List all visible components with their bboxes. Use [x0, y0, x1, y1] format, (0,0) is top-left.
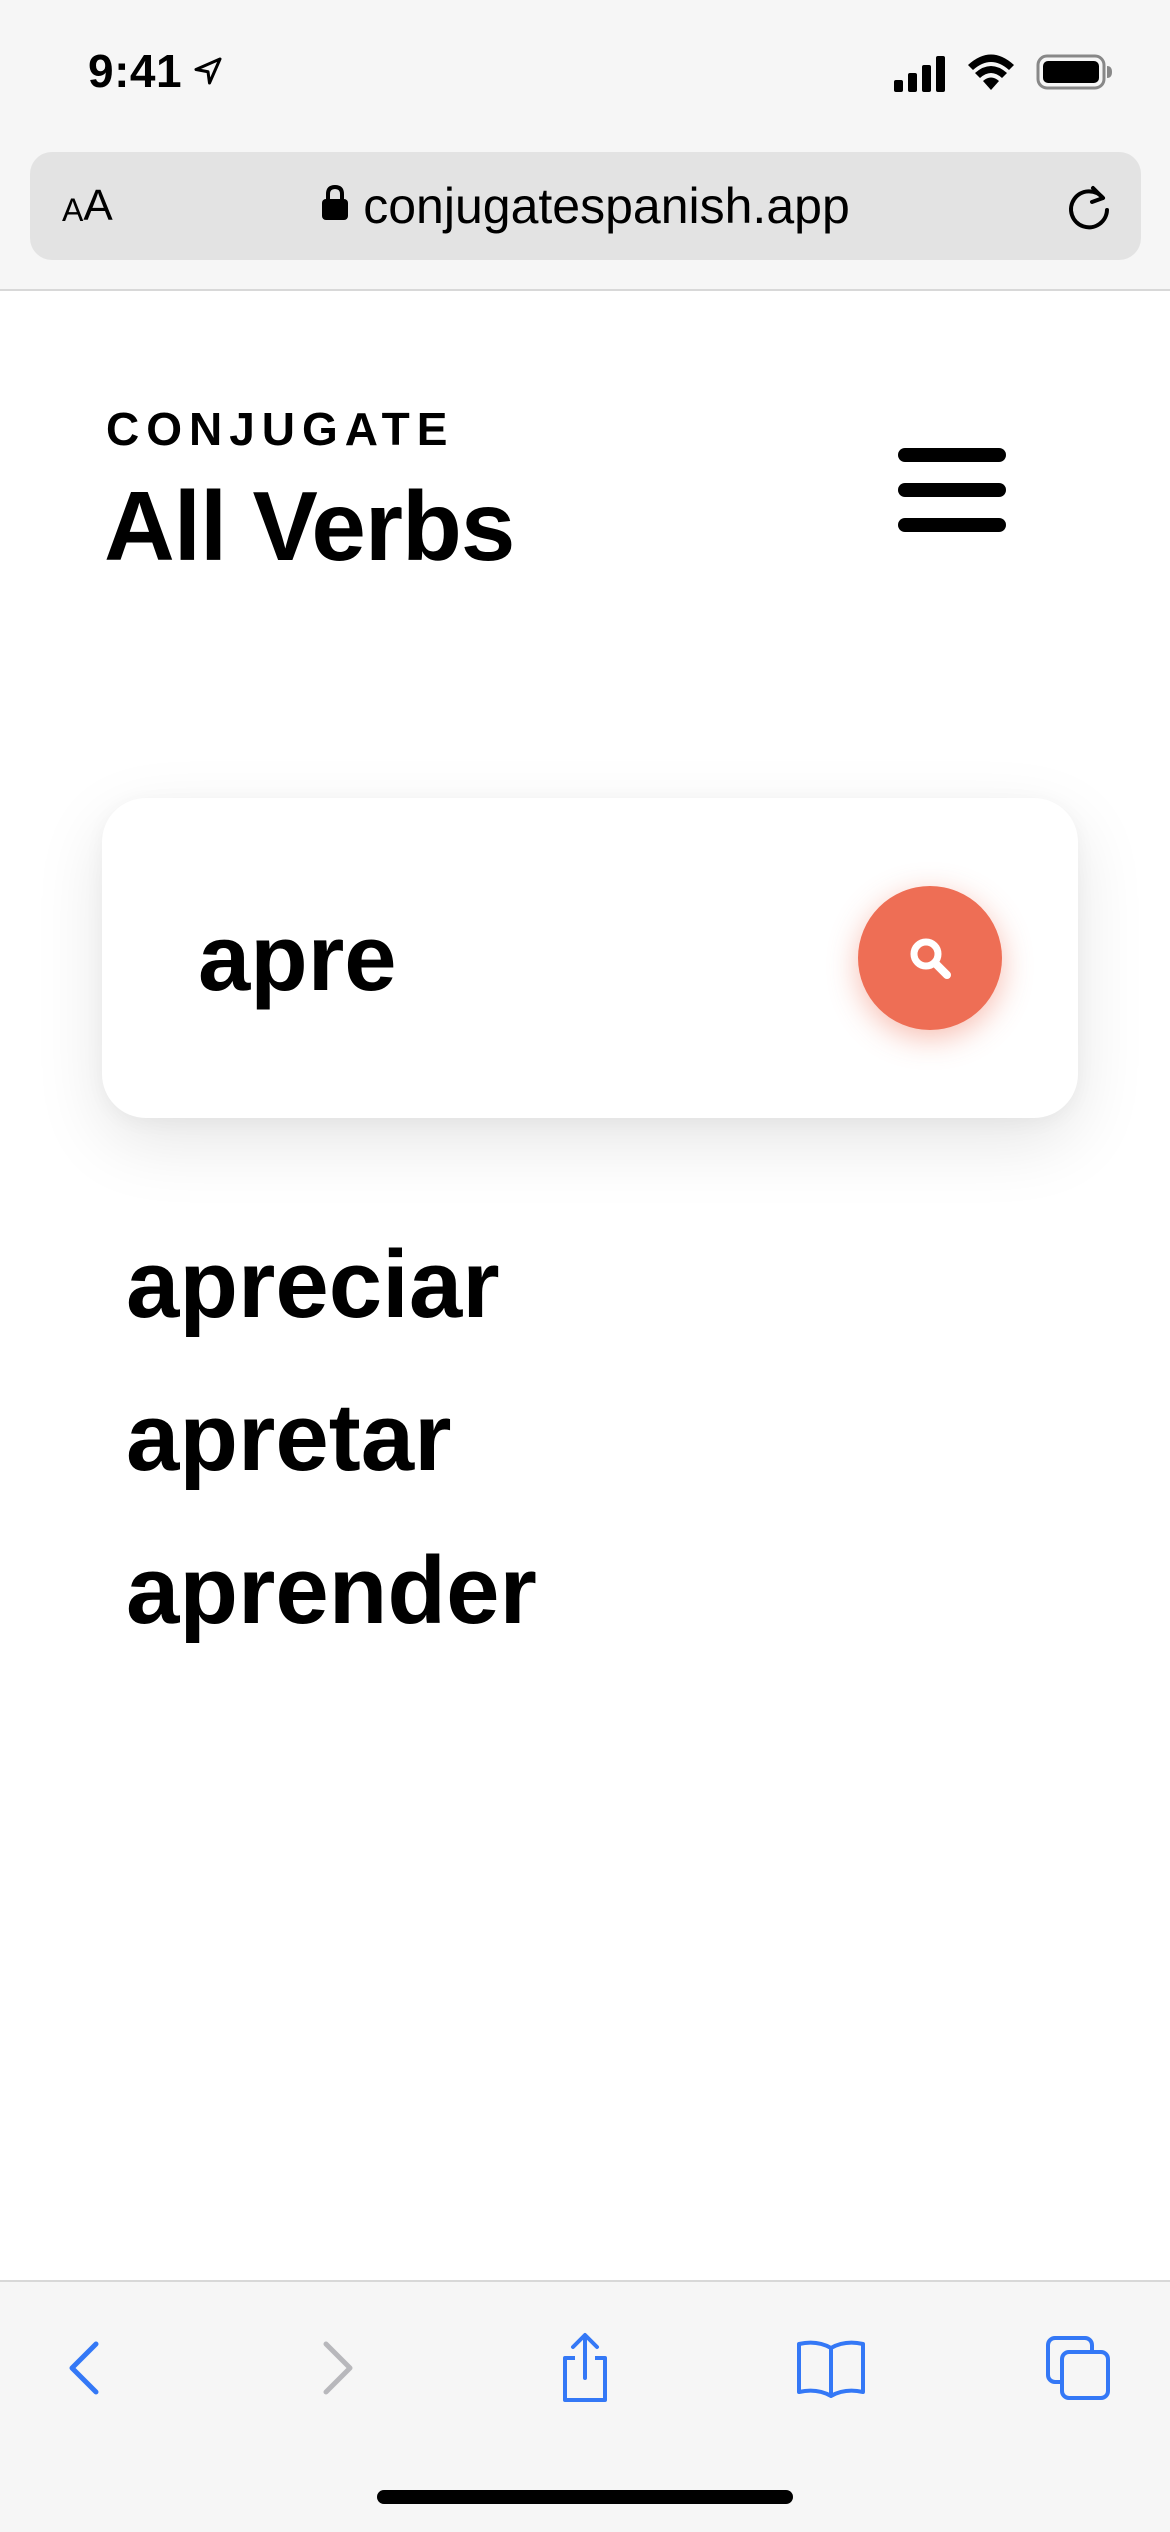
bookmarks-icon — [797, 2340, 865, 2398]
battery-icon — [1036, 54, 1112, 90]
page-title: All Verbs — [104, 471, 515, 581]
lock-icon — [322, 184, 349, 220]
address-bar[interactable]: A A conjugatespanish.app — [30, 152, 1141, 260]
menu-line — [898, 483, 1006, 497]
search-input[interactable] — [198, 888, 838, 1028]
status-time: 9:41 — [88, 44, 226, 98]
signal-icon — [894, 56, 945, 92]
bookmarks-button[interactable] — [791, 2328, 871, 2408]
menu-line — [898, 448, 1006, 462]
menu-line — [898, 518, 1006, 532]
share-button[interactable] — [545, 2328, 625, 2408]
header-eyebrow: CONJUGATE — [106, 403, 455, 455]
tabs-button[interactable] — [1038, 2328, 1118, 2408]
url-text: conjugatespanish.app — [363, 178, 850, 234]
location-arrow-icon — [194, 57, 222, 85]
tabs-icon — [1046, 2336, 1110, 2400]
forward-button[interactable] — [296, 2328, 376, 2408]
result-item-apreciar[interactable]: apreciar — [126, 1220, 537, 1373]
forward-icon — [323, 2341, 353, 2395]
search-card — [102, 798, 1078, 1118]
status-time-text: 9:41 — [88, 45, 183, 97]
home-indicator[interactable] — [377, 2490, 793, 2504]
back-icon — [69, 2341, 99, 2395]
hamburger-menu-icon[interactable] — [898, 440, 1010, 540]
reload-icon[interactable] — [1063, 182, 1115, 234]
result-item-apretar[interactable]: apretar — [126, 1373, 537, 1526]
share-icon — [563, 2333, 607, 2402]
search-icon — [910, 938, 951, 979]
status-indicators — [892, 52, 1114, 92]
wifi-icon — [968, 54, 1014, 90]
search-button[interactable] — [858, 886, 1002, 1030]
back-button[interactable] — [46, 2328, 126, 2408]
result-item-aprender[interactable]: aprender — [126, 1526, 537, 1679]
browser-top-chrome: 9:41 A A conjugatespanish.app — [0, 0, 1170, 291]
screen: 9:41 A A conjugatespanish.app CONJUGATE … — [0, 0, 1170, 2532]
results-list: apreciar apretar aprender — [126, 1220, 537, 1679]
url-display[interactable]: conjugatespanish.app — [30, 152, 1141, 260]
